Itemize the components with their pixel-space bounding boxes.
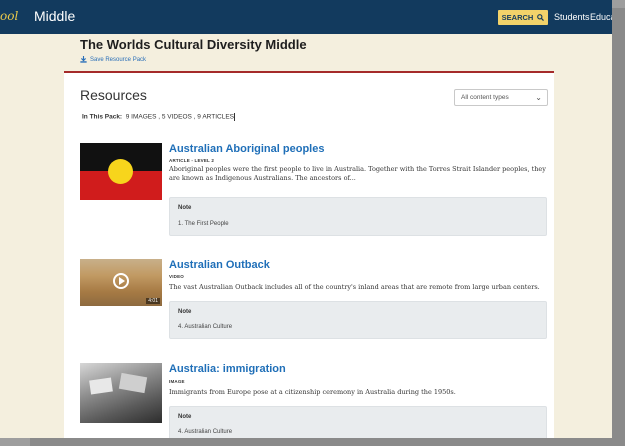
note-label: Note bbox=[178, 414, 192, 420]
pack-summary-label: In This Pack: bbox=[82, 113, 123, 121]
note-text: 4. Australian Culture bbox=[178, 429, 233, 435]
drop-shadow-right bbox=[612, 8, 625, 446]
site-logo[interactable]: ool bbox=[0, 9, 18, 23]
resource-description: The vast Australian Outback includes all… bbox=[169, 283, 540, 291]
resource-description: Immigrants from Europe pose at a citizen… bbox=[169, 388, 456, 396]
browser-screen: ool Middle SEARCH Students Educa The Wor… bbox=[0, 0, 612, 438]
top-navigation-bar: ool Middle SEARCH Students Educa bbox=[0, 0, 612, 34]
resource-title-link[interactable]: Australian Aboriginal peoples bbox=[169, 143, 324, 155]
resource-type-label: IMAGE bbox=[169, 379, 185, 384]
page-title: The Worlds Cultural Diversity Middle bbox=[80, 37, 307, 52]
resource-description: Aboriginal peoples were the first people… bbox=[169, 165, 546, 182]
content-type-select[interactable]: All content types ⌄ bbox=[454, 89, 548, 106]
resource-note: Note 4. Australian Culture bbox=[169, 301, 547, 339]
resource-type-label: ARTICLE - LEVEL 2 bbox=[169, 158, 215, 163]
note-text: 4. Australian Culture bbox=[178, 324, 233, 330]
resource-type-label: VIDEO bbox=[169, 274, 185, 279]
resources-panel: Resources All content types ⌄ In This Pa… bbox=[64, 73, 554, 438]
download-icon bbox=[80, 56, 87, 63]
note-label: Note bbox=[178, 205, 192, 211]
save-resource-pack-link[interactable]: Save Resource Pack bbox=[80, 56, 146, 63]
resource-note: Note 4. Australian Culture bbox=[169, 406, 547, 438]
immigration-image-thumbnail[interactable] bbox=[80, 363, 162, 423]
resource-note: Note 1. The First People bbox=[169, 197, 547, 236]
pack-summary: In This Pack: 9 IMAGES , 5 VIDEOS , 9 AR… bbox=[82, 113, 235, 121]
resources-heading: Resources bbox=[80, 87, 147, 103]
search-icon bbox=[537, 14, 545, 21]
site-brand-label[interactable]: Middle bbox=[34, 8, 75, 24]
search-button-label: SEARCH bbox=[501, 13, 534, 22]
note-label: Note bbox=[178, 309, 192, 315]
save-resource-pack-label: Save Resource Pack bbox=[90, 56, 147, 63]
aboriginal-flag-thumbnail[interactable] bbox=[80, 143, 162, 200]
nav-link-educators[interactable]: Educa bbox=[590, 12, 612, 22]
photo-flag-shape bbox=[118, 372, 148, 394]
play-icon bbox=[113, 273, 129, 289]
photo-flag-shape bbox=[89, 377, 113, 395]
text-cursor bbox=[234, 113, 235, 121]
search-button[interactable]: SEARCH bbox=[498, 10, 548, 25]
immigration-photo bbox=[80, 363, 162, 423]
note-text: 1. The First People bbox=[178, 221, 229, 227]
nav-link-students[interactable]: Students bbox=[554, 12, 590, 22]
pack-summary-counts: 9 IMAGES , 5 VIDEOS , 9 ARTICLES bbox=[125, 113, 234, 121]
resource-item: Australian Aboriginal peoples ARTICLE - … bbox=[80, 143, 548, 243]
flag-sun-circle bbox=[108, 159, 133, 184]
resource-title-link[interactable]: Australia: immigration bbox=[169, 363, 286, 375]
outback-video-thumbnail[interactable]: 4:01 bbox=[80, 259, 162, 306]
resource-title-link[interactable]: Australian Outback bbox=[169, 259, 270, 271]
resource-item: Australia: immigration IMAGE Immigrants … bbox=[80, 363, 548, 438]
chevron-down-icon: ⌄ bbox=[535, 93, 542, 102]
resource-item: 4:01 Australian Outback VIDEO The vast A… bbox=[80, 259, 548, 345]
content-type-select-value: All content types bbox=[461, 94, 509, 101]
video-duration: 4:01 bbox=[146, 298, 160, 304]
